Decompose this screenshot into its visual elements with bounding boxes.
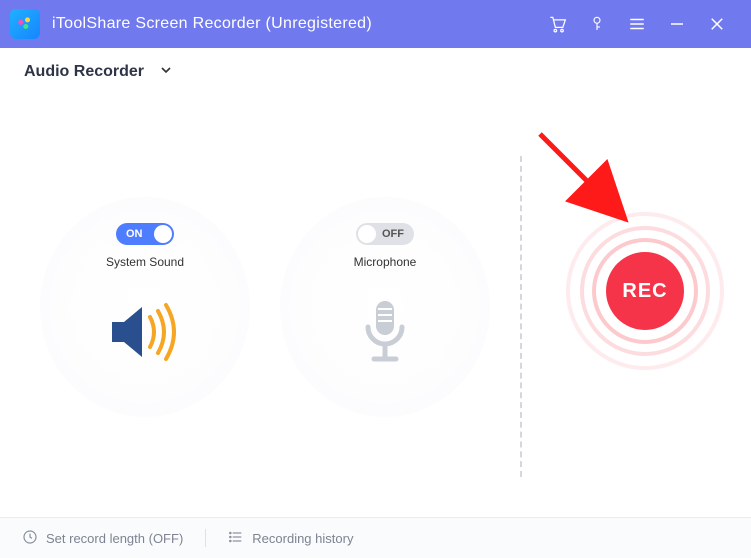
microphone-panel: OFF Microphone: [280, 197, 490, 417]
list-icon: [228, 529, 244, 548]
register-button[interactable]: [577, 0, 617, 48]
titlebar: iToolShare Screen Recorder (Unregistered…: [0, 0, 751, 48]
vertical-divider: [520, 156, 522, 477]
microphone-toggle[interactable]: OFF: [356, 223, 414, 245]
set-record-length-button[interactable]: Set record length (OFF): [22, 529, 183, 548]
minimize-button[interactable]: [657, 0, 697, 48]
system-sound-label: System Sound: [106, 255, 184, 269]
content-area: ON System Sound OFF Microphone: [0, 96, 751, 517]
key-icon: [588, 14, 606, 34]
footer: Set record length (OFF) Recording histor…: [0, 517, 751, 558]
rec-button[interactable]: REC: [606, 252, 684, 330]
footer-divider: [205, 529, 206, 547]
system-sound-panel: ON System Sound: [40, 197, 250, 417]
mode-dropdown[interactable]: Audio Recorder: [24, 62, 174, 83]
minimize-icon: [668, 15, 686, 33]
microphone-icon: [356, 297, 414, 374]
source-panels: ON System Sound OFF Microphone: [0, 197, 490, 417]
app-logo-icon: [15, 14, 35, 34]
recording-history-button[interactable]: Recording history: [228, 529, 353, 548]
close-icon: [708, 15, 726, 33]
subheader: Audio Recorder: [0, 48, 751, 96]
cart-button[interactable]: [537, 0, 577, 48]
recording-history-label: Recording history: [252, 531, 353, 546]
mode-label: Audio Recorder: [24, 63, 144, 81]
hamburger-icon: [628, 15, 646, 33]
cart-icon: [547, 14, 567, 34]
app-title: iToolShare Screen Recorder (Unregistered…: [52, 15, 372, 33]
clock-icon: [22, 529, 38, 548]
rec-button-area: REC: [560, 206, 730, 376]
app-logo: [10, 9, 40, 39]
app-window: iToolShare Screen Recorder (Unregistered…: [0, 0, 751, 558]
close-button[interactable]: [697, 0, 737, 48]
system-sound-toggle[interactable]: ON: [116, 223, 174, 245]
chevron-down-icon: [158, 62, 174, 83]
menu-button[interactable]: [617, 0, 657, 48]
record-length-label: Set record length (OFF): [46, 531, 183, 546]
toggle-on-text: ON: [126, 228, 143, 240]
speaker-icon: [106, 297, 184, 372]
toggle-off-text: OFF: [382, 228, 404, 240]
rec-label: REC: [622, 280, 667, 303]
microphone-label: Microphone: [354, 255, 417, 269]
